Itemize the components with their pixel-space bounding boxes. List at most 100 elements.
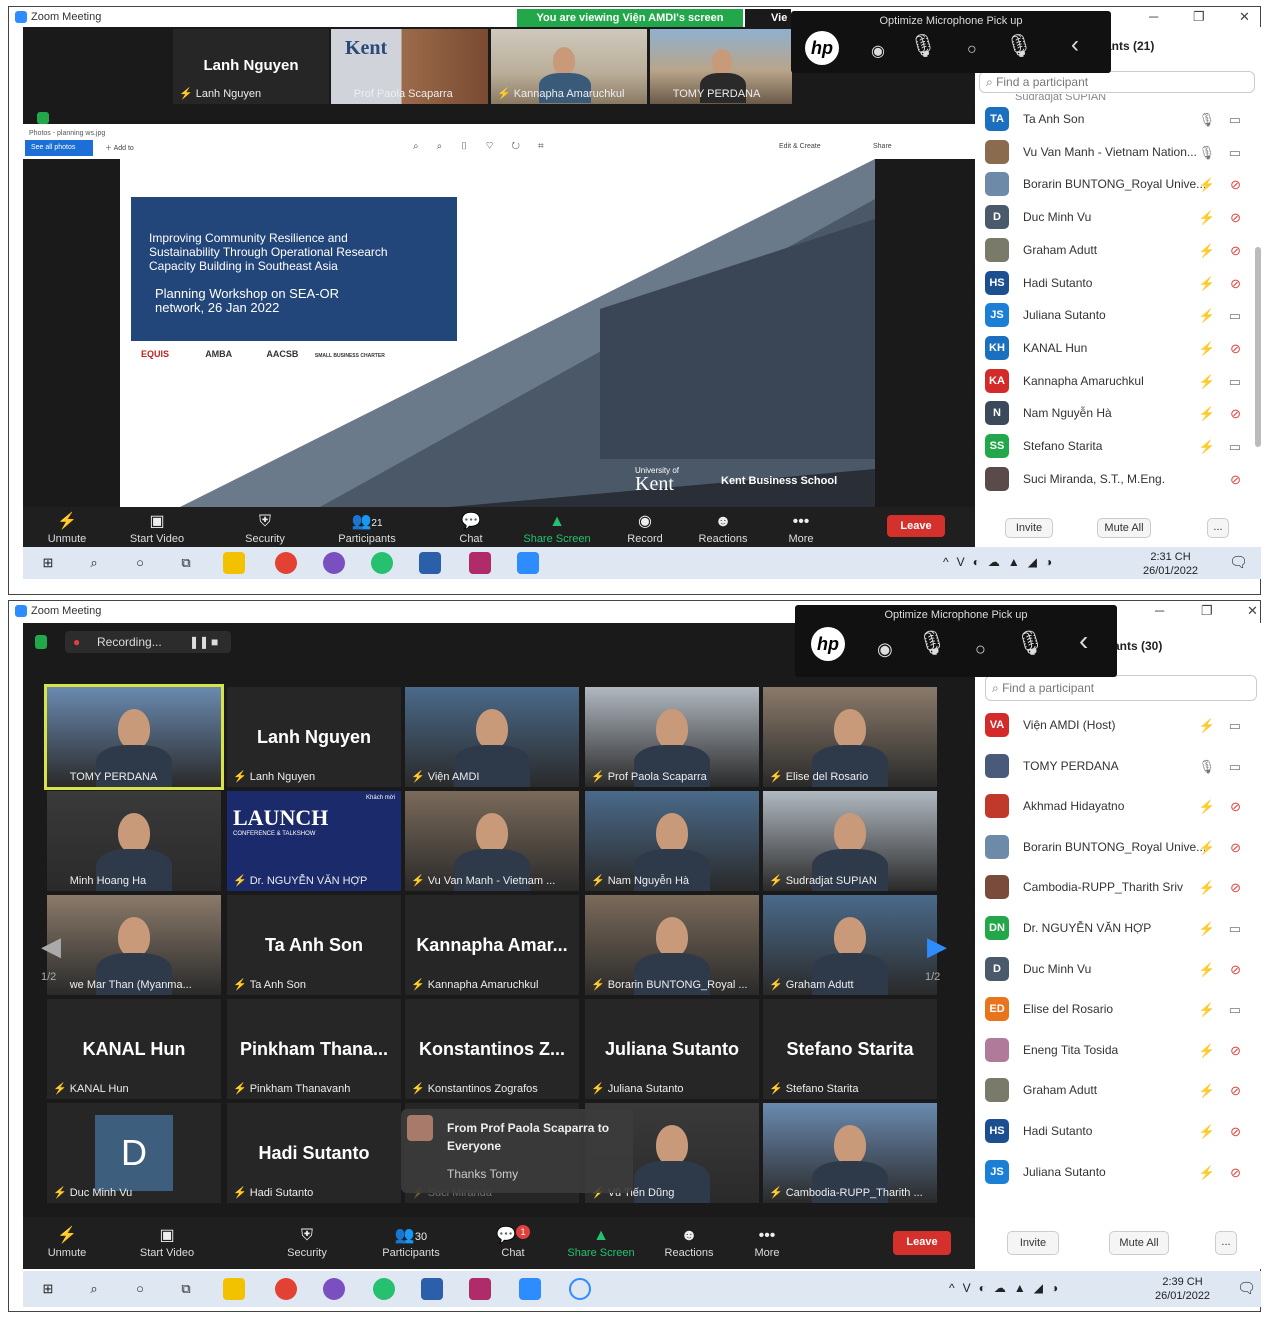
encryption-shield-icon[interactable]	[35, 635, 47, 649]
participant-row[interactable]: SS Stefano Starita ⚡ ▭	[985, 434, 1255, 460]
mic-icon[interactable]: 🎙	[917, 629, 947, 658]
file-explorer-icon[interactable]	[223, 1278, 245, 1300]
video-tile[interactable]: ⚡ Borarin BUNTONG_Royal ...	[585, 895, 759, 995]
mic-icon[interactable]: 🎙	[1198, 759, 1215, 775]
video-tile[interactable]: ⚡ Kannapha Amaruchkul	[491, 29, 647, 104]
task-view-icon[interactable]: ⧉	[175, 552, 197, 574]
participant-row[interactable]: Cambodia-RUPP_Tharith Sriv ⚡ ⊘	[985, 875, 1255, 901]
unmute-button[interactable]: ⚡ Unmute	[27, 1225, 107, 1259]
zoom-taskbar-icon[interactable]	[517, 552, 539, 574]
windows-start-icon[interactable]: ⊞	[37, 1278, 59, 1300]
mute-all-button[interactable]: Mute All	[1097, 518, 1151, 538]
participant-row[interactable]: TOMY PERDANA 🎙 ▭	[985, 753, 1255, 780]
video-tile[interactable]: D ⚡ Duc Minh Vu	[47, 1103, 221, 1203]
video-off-icon[interactable]: ⊘	[1230, 341, 1241, 357]
cortana-icon[interactable]: ○	[129, 1278, 151, 1300]
participant-row[interactable]: JS Juliana Sutanto ⚡ ▭	[985, 303, 1255, 329]
video-tile[interactable]: ⚡Minh Hoang Ha	[47, 791, 221, 891]
close-icon[interactable]: ✕	[1239, 9, 1250, 25]
participant-row[interactable]: VA Viện AMDI (Host) ⚡ ▭	[985, 713, 1255, 739]
video-tile[interactable]: Juliana Sutanto ⚡ Juliana Sutanto	[585, 999, 759, 1099]
share-screen-button[interactable]: ▲ Share Screen	[561, 1225, 641, 1259]
panel-more-button[interactable]: ...	[1207, 518, 1229, 538]
mic-muted-icon[interactable]: ⚡	[1199, 308, 1215, 324]
chrome-icon[interactable]	[275, 1278, 297, 1300]
chat-button[interactable]: 💬 Chat	[431, 511, 511, 545]
video-icon[interactable]: ▭	[1229, 718, 1241, 734]
mic-muted-icon[interactable]: ⚡	[1199, 718, 1215, 734]
radio-empty-icon[interactable]: ○	[975, 639, 986, 660]
more-button[interactable]: ••• More	[727, 1225, 807, 1259]
collapse-arrow-icon[interactable]: ‹	[1071, 31, 1079, 59]
video-off-icon[interactable]: ⊘	[1230, 210, 1241, 226]
pdf-icon[interactable]	[469, 1278, 491, 1300]
leave-button[interactable]: Leave	[893, 1231, 951, 1255]
video-icon[interactable]: ▭	[1229, 439, 1241, 455]
video-off-icon[interactable]: ⊘	[1230, 962, 1241, 978]
encryption-shield-icon[interactable]	[37, 112, 49, 124]
mic-muted-icon[interactable]: ⚡	[1199, 177, 1215, 193]
mic-muted-icon[interactable]: ⚡	[1199, 439, 1215, 455]
mic-muted-icon[interactable]: ⚡	[1199, 406, 1215, 422]
participants-button[interactable]: 👥30 Participants	[371, 1225, 451, 1259]
participant-row[interactable]: Akhmad Hidayatno ⚡ ⊘	[985, 794, 1255, 820]
cortana-icon[interactable]: ○	[129, 552, 151, 574]
mic-muted-icon[interactable]: ⚡	[1199, 1002, 1215, 1018]
share-screen-button[interactable]: ▲ Share Screen	[517, 511, 597, 545]
participant-row[interactable]: JS Juliana Sutanto ⚡ ⊘	[985, 1159, 1255, 1186]
mic-muted-icon[interactable]: ⚡	[1199, 880, 1215, 896]
invite-button[interactable]: Invite	[1007, 1231, 1059, 1255]
video-icon[interactable]: ▭	[1229, 112, 1241, 128]
mic-muted-icon[interactable]: ⚡	[1199, 921, 1215, 937]
record-button[interactable]: ◉ Record	[605, 511, 685, 545]
video-tile[interactable]: Ta Anh Son ⚡ Ta Anh Son	[227, 895, 401, 995]
mic-wide-icon[interactable]: 🎙	[1015, 629, 1045, 658]
video-off-icon[interactable]: ⊘	[1230, 177, 1241, 193]
windows-start-icon[interactable]: ⊞	[37, 552, 59, 574]
find-participant-input[interactable]: ⌕ Find a participant	[979, 71, 1255, 93]
maximize-icon[interactable]: ❐	[1193, 9, 1205, 25]
video-tile[interactable]: ⚡ Nam Nguyễn Hà	[585, 791, 759, 891]
mic-muted-icon[interactable]: ⚡	[1199, 276, 1215, 292]
video-tile[interactable]: ⚡ Sudradjat SUPIAN	[763, 791, 937, 891]
video-off-icon[interactable]: ⊘	[1230, 276, 1241, 292]
viewing-banner[interactable]: You are viewing Viện AMDI's screen	[517, 9, 743, 27]
video-tile[interactable]: Lanh Nguyen ⚡ Lanh Nguyen	[227, 687, 401, 787]
video-off-icon[interactable]: ⊘	[1230, 1043, 1241, 1059]
mic-muted-icon[interactable]: ⚡	[1199, 341, 1215, 357]
video-off-icon[interactable]: ⊘	[1230, 880, 1241, 896]
mic-muted-icon[interactable]: ⚡	[1199, 1043, 1215, 1059]
chrome-icon[interactable]	[275, 552, 297, 574]
radio-icon[interactable]: ◉	[877, 639, 893, 660]
next-page-arrow-icon[interactable]: ▶	[927, 933, 947, 959]
find-participant-input[interactable]: ⌕ Find a participant	[985, 675, 1257, 701]
participant-row[interactable]: Borarin BUNTONG_Royal Unive... ⚡ ⊘	[985, 172, 1255, 198]
video-tile[interactable]: Hadi Sutanto ⚡ Hadi Sutanto	[227, 1103, 401, 1203]
photo-edit-icons[interactable]: ⌕⌕▯♡↻⌗	[413, 141, 562, 152]
maximize-icon[interactable]: ❐	[1201, 603, 1213, 619]
participant-row[interactable]: D Duc Minh Vu ⚡ ⊘	[985, 956, 1255, 983]
video-off-icon[interactable]: ⊘	[1230, 840, 1241, 856]
panel-more-button[interactable]: ...	[1215, 1231, 1237, 1255]
mic-muted-icon[interactable]: ⚡	[1199, 374, 1215, 390]
system-clock[interactable]: 2:39 CH 26/01/2022	[1155, 1275, 1210, 1303]
video-tile[interactable]: ⚡ Prof Paola Scaparra	[585, 687, 759, 787]
stop-recording-icon[interactable]: ■	[211, 631, 218, 653]
participant-row[interactable]: HS Hadi Sutanto ⚡ ⊘	[985, 1119, 1255, 1145]
close-icon[interactable]: ✕	[1247, 603, 1258, 619]
word-icon[interactable]	[419, 552, 441, 574]
reactions-button[interactable]: ☻ Reactions	[649, 1225, 729, 1259]
participant-row[interactable]: Graham Adutt ⚡ ⊘	[985, 237, 1255, 264]
video-off-icon[interactable]: ⊘	[1230, 243, 1241, 259]
radio-empty-icon[interactable]: ○	[967, 41, 977, 59]
participant-row[interactable]: ED Elise del Rosario ⚡ ▭	[985, 997, 1255, 1023]
security-button[interactable]: ⛨ Security	[225, 511, 305, 545]
mic-icon[interactable]: 🎙	[1198, 112, 1215, 128]
mic-muted-icon[interactable]: ⚡	[1199, 1165, 1215, 1181]
search-icon[interactable]: ⌕	[83, 552, 105, 574]
pdf-icon[interactable]	[469, 552, 491, 574]
mic-muted-icon[interactable]: ⚡	[1199, 1083, 1215, 1099]
participant-row[interactable]: Suci Miranda, S.T., M.Eng. ⊘	[985, 466, 1255, 493]
video-off-icon[interactable]: ⊘	[1230, 406, 1241, 422]
whatsapp-icon[interactable]	[373, 1278, 395, 1300]
